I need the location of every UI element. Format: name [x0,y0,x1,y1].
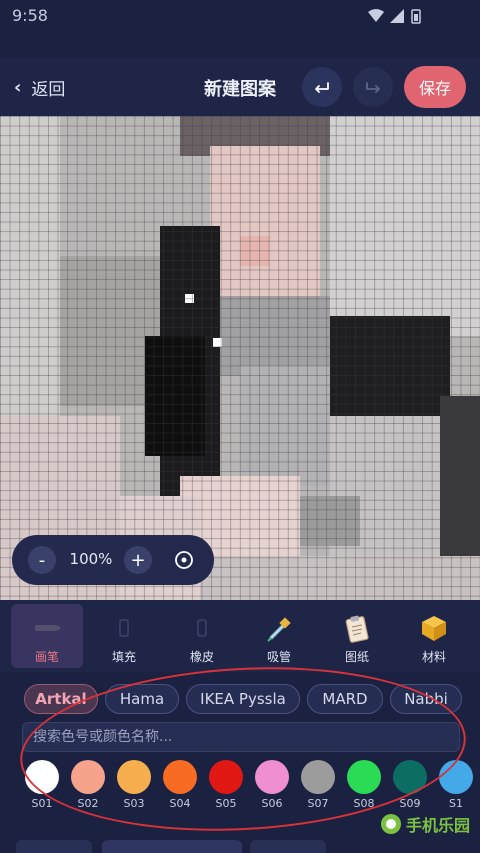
watermark-text: 手机乐园 [405,816,470,835]
tab-mard[interactable]: MARD [307,684,383,714]
tool-pencil[interactable]: 画笔 [11,604,83,668]
zoom-out-button[interactable]: - [28,546,56,574]
swatch-s02[interactable]: S02 [68,760,108,812]
swatch-code: S02 [77,797,99,810]
color-search-box [22,722,460,752]
watermark-logo-icon [380,814,401,834]
wifi-icon [368,9,384,22]
swatch-s06[interactable]: S06 [252,760,292,812]
swatch-code: S08 [353,797,375,810]
swatch-color [163,760,197,794]
status-time: 9:58 [12,6,48,25]
bottom-chip[interactable] [16,840,92,853]
swatch-color [255,760,289,794]
tool-bar: 画笔 填充 橡皮 吸管 图纸 材料 [0,600,480,672]
undo-icon [315,82,329,93]
zoom-reset-button[interactable] [170,546,198,574]
color-search-input[interactable] [23,723,459,751]
swatch-code: S09 [399,797,421,810]
status-bar: 9:58 [0,0,480,32]
tool-eyedropper[interactable]: 吸管 [243,604,315,668]
swatch-s01[interactable]: S01 [22,760,62,812]
top-app-bar: ‹ 返回 新建图案 保存 [0,58,480,116]
redo-icon [366,82,380,93]
canvas-grid [0,116,480,600]
swatch-code: S03 [123,797,145,810]
swatch-s04[interactable]: S04 [160,760,200,812]
back-label: 返回 [31,79,66,100]
swatch-s03[interactable]: S03 [114,760,154,812]
swatch-s09[interactable]: S09 [390,760,430,812]
swatch-code: S07 [307,797,329,810]
undo-button[interactable] [302,67,342,107]
tab-nabbi[interactable]: Nabbi [390,684,462,714]
swatch-color [439,760,473,794]
save-button[interactable]: 保存 [404,66,466,108]
swatch-s10[interactable]: S1 [436,760,476,812]
swatch-color [71,760,105,794]
tab-hama[interactable]: Hama [105,684,179,714]
bead-brand-tabs: Artkal Hama IKEA Pyssla MARD Nabbi [0,680,480,718]
tool-label: 吸管 [266,650,291,664]
tab-ikea-pyssla[interactable]: IKEA Pyssla [186,684,300,714]
battery-icon [411,9,421,24]
signal-icon [390,9,404,23]
watermark: 手机乐园 [380,812,470,836]
tab-artkal[interactable]: Artkal [24,684,98,714]
swatch-color [301,760,335,794]
tool-eraser[interactable]: 橡皮 [166,604,238,668]
tool-label: 材料 [421,650,446,664]
tool-label: 填充 [111,650,136,664]
bottom-chip[interactable] [102,840,242,853]
clipboard-icon [341,612,373,644]
swatch-code: S05 [215,797,237,810]
fill-bucket-icon [108,612,140,644]
swatch-color [117,760,151,794]
swatch-color [393,760,427,794]
eyedropper-icon [263,612,295,644]
redo-button[interactable] [353,67,393,107]
bottom-chip[interactable] [250,840,326,853]
swatch-code: S1 [449,797,463,810]
tool-label: 画笔 [34,650,59,664]
swatch-color [25,760,59,794]
swatch-code: S01 [31,797,53,810]
swatch-code: S04 [169,797,191,810]
eraser-icon [186,612,218,644]
box-icon [418,612,450,644]
target-icon [175,551,193,569]
pencil-icon [31,612,63,644]
pixel-canvas[interactable] [0,116,480,600]
swatch-s07[interactable]: S07 [298,760,338,812]
zoom-in-button[interactable]: + [124,546,152,574]
back-button[interactable]: ‹ 返回 [14,74,65,100]
color-swatch-row: S01 S02 S03 S04 S05 S06 S07 S08 S09 S1 [0,758,480,814]
tool-label: 图纸 [344,650,369,664]
swatch-s05[interactable]: S05 [206,760,246,812]
status-icons [368,9,421,24]
zoom-level: 100% [69,550,113,568]
swatch-code: S06 [261,797,283,810]
chevron-left-icon: ‹ [14,76,22,98]
tool-fill[interactable]: 填充 [88,604,160,668]
swatch-color [347,760,381,794]
tool-pattern-sheet[interactable]: 图纸 [321,604,393,668]
tool-label: 橡皮 [189,650,214,664]
swatch-color [209,760,243,794]
zoom-control: - 100% + [12,535,214,585]
swatch-s08[interactable]: S08 [344,760,384,812]
tool-materials[interactable]: 材料 [398,604,470,668]
